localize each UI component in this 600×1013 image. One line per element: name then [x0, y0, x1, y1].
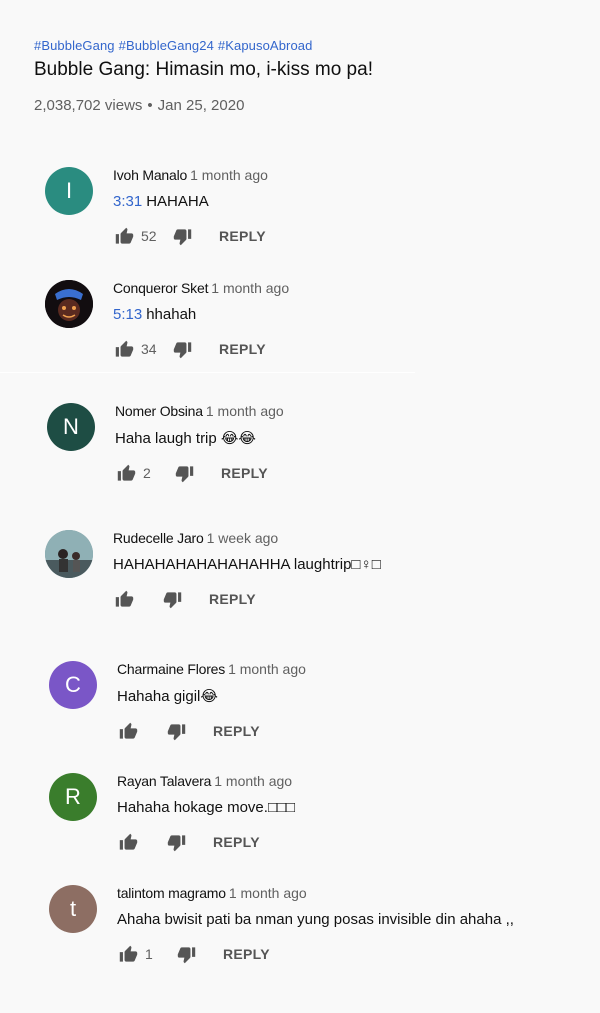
thumb-up-icon[interactable]	[117, 721, 139, 741]
avatar[interactable]	[45, 280, 93, 328]
comment-body: Rayan Talavera 1 month ago Hahaha hokage …	[117, 773, 295, 852]
comment-body: Ivoh Manalo 1 month ago 3:31 HAHAHA 52 REP…	[113, 167, 268, 246]
avatar-letter: t	[69, 896, 77, 921]
comment-content: HAHAHAHAHAHAHAHHA laughtrip□♀□	[113, 556, 381, 573]
avatar-letter: N	[63, 414, 79, 439]
avatar[interactable]: t	[49, 885, 97, 933]
comment-content: Ahaha bwisit pati ba nman yung posas inv…	[117, 911, 514, 928]
avatar-letter: I	[65, 178, 73, 203]
reply-button[interactable]: REPLY	[209, 591, 256, 607]
thumb-up-icon[interactable]	[115, 463, 137, 483]
thumb-up-icon[interactable]	[117, 832, 139, 852]
comment-time[interactable]: 1 month ago	[206, 403, 284, 419]
avatar[interactable]: I	[45, 167, 93, 215]
timestamp-link[interactable]: 5:13	[113, 306, 142, 323]
thumb-up-icon[interactable]	[117, 944, 139, 964]
avatar[interactable]	[45, 530, 93, 578]
comment-text: Haha laugh trip 😂😂	[115, 429, 284, 447]
reply-button[interactable]: REPLY	[213, 723, 260, 739]
reply-button[interactable]: REPLY	[219, 341, 266, 357]
comment-actions: 2 REPLY	[115, 463, 284, 483]
comment-author[interactable]: Ivoh Manalo	[113, 167, 187, 183]
comment-time[interactable]: 1 month ago	[214, 773, 292, 789]
hashtags: #BubbleGang #BubbleGang24 #KapusoAbroad	[34, 38, 574, 53]
comment-text: Hahaha gigil😂	[117, 687, 306, 705]
like-count: 1	[145, 946, 153, 962]
reply-button[interactable]: REPLY	[219, 228, 266, 244]
comment-actions: 34 REPLY	[113, 339, 289, 359]
hashtag-link[interactable]: #KapusoAbroad	[218, 38, 313, 53]
avatar[interactable]: R	[49, 773, 97, 821]
comment-text: Ahaha bwisit pati ba nman yung posas inv…	[117, 911, 514, 928]
reply-button[interactable]: REPLY	[221, 465, 268, 481]
comment-actions: REPLY	[117, 832, 295, 852]
reply-button[interactable]: REPLY	[223, 946, 270, 962]
comment-body: talintom magramo 1 month ago Ahaha bwisit…	[117, 885, 514, 964]
comment-time[interactable]: 1 month ago	[190, 167, 268, 183]
comment-author[interactable]: Nomer Obsina	[115, 403, 203, 419]
comment-text: 3:31 HAHAHA	[113, 193, 268, 210]
like-count: 2	[143, 465, 151, 481]
comment-time[interactable]: 1 month ago	[228, 661, 306, 677]
comment-text: 5:13 hhahah	[113, 306, 289, 323]
avatar-image	[45, 280, 93, 328]
comment-time[interactable]: 1 month ago	[229, 885, 307, 901]
comment-actions: REPLY	[117, 721, 306, 741]
comment-author[interactable]: Charmaine Flores	[117, 661, 225, 677]
thumb-down-icon[interactable]	[165, 721, 187, 741]
meta-separator: •	[147, 97, 153, 114]
like-count: 52	[141, 228, 157, 244]
comment-actions: REPLY	[113, 589, 381, 609]
view-count: 2,038,702 views	[34, 97, 143, 114]
comment-body: Nomer Obsina 1 month ago Haha laugh trip …	[115, 403, 284, 483]
comment-author[interactable]: Conqueror Sket	[113, 280, 208, 296]
upload-date: Jan 25, 2020	[157, 97, 245, 114]
comment-content: Hahaha hokage move.□□□	[117, 799, 296, 816]
thumb-down-icon[interactable]	[165, 832, 187, 852]
timestamp-link[interactable]: 3:31	[113, 193, 142, 210]
reply-button[interactable]: REPLY	[213, 834, 260, 850]
thumb-up-icon[interactable]	[113, 226, 135, 246]
comment-body: Conqueror Sket 1 month ago 5:13 hhahah 34 …	[113, 280, 289, 359]
comment-content: Haha laugh trip 😂😂	[115, 430, 256, 447]
comment-body: Rudecelle Jaro 1 week ago HAHAHAHAHAHAHAH…	[113, 530, 381, 609]
comment-author[interactable]: Rudecelle Jaro	[113, 530, 204, 546]
comment-actions: 1 REPLY	[117, 944, 514, 964]
hashtag-link[interactable]: #BubbleGang	[34, 38, 115, 53]
avatar-image	[45, 530, 93, 578]
thumb-down-icon[interactable]	[161, 589, 183, 609]
thumb-down-icon[interactable]	[175, 944, 197, 964]
comment-time[interactable]: 1 week ago	[207, 530, 279, 546]
comment-text: Hahaha hokage move.□□□	[117, 799, 295, 816]
thumb-up-icon[interactable]	[113, 339, 135, 359]
comment-body: Charmaine Flores 1 month ago Hahaha gigil…	[117, 661, 306, 741]
avatar-letter: C	[65, 672, 81, 697]
comment-content: Hahaha gigil😂	[117, 688, 218, 705]
thumb-up-icon[interactable]	[113, 589, 135, 609]
like-count: 34	[141, 341, 157, 357]
comment-author[interactable]: Rayan Talavera	[117, 773, 211, 789]
comment-time[interactable]: 1 month ago	[211, 280, 289, 296]
avatar-letter: R	[65, 784, 81, 809]
thumb-down-icon[interactable]	[173, 463, 195, 483]
comment-content: hhahah	[146, 306, 197, 323]
video-title: Bubble Gang: Himasin mo, i-kiss mo pa!	[34, 59, 373, 80]
video-meta: 2,038,702 views • Jan 25, 2020	[34, 97, 574, 114]
thumb-down-icon[interactable]	[171, 226, 193, 246]
avatar[interactable]: C	[49, 661, 97, 709]
thumb-down-icon[interactable]	[171, 339, 193, 359]
avatar[interactable]: N	[47, 403, 95, 451]
divider	[0, 372, 415, 373]
video-header: #BubbleGang #BubbleGang24 #KapusoAbroad Bu…	[34, 38, 574, 114]
comment-author[interactable]: talintom magramo	[117, 885, 226, 901]
comment-text: HAHAHAHAHAHAHAHHA laughtrip□♀□	[113, 556, 381, 573]
comment-actions: 52 REPLY	[113, 226, 268, 246]
hashtag-link[interactable]: #BubbleGang24	[119, 38, 214, 53]
comment-content: HAHAHA	[146, 193, 209, 210]
